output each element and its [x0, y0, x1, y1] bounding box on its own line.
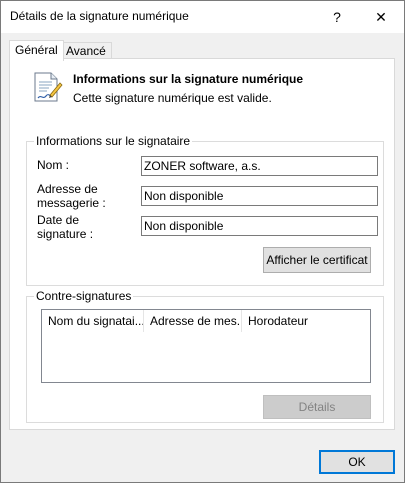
- list-header: Nom du signatai... Adresse de mes... Hor…: [42, 310, 370, 332]
- signer-info-legend: Informations sur le signataire: [34, 134, 193, 148]
- help-icon: ?: [333, 9, 341, 25]
- column-header-timestamp[interactable]: Horodateur: [242, 310, 370, 332]
- date-label-line2: signature :: [37, 227, 94, 241]
- title-bar: Détails de la signature numérique ? ✕: [1, 1, 404, 33]
- dialog-window: Détails de la signature numérique ? ✕ Gé…: [0, 0, 405, 483]
- email-field[interactable]: Non disponible: [141, 186, 378, 206]
- countersignatures-legend: Contre-signatures: [34, 289, 134, 303]
- email-label-line2: messagerie :: [37, 196, 106, 210]
- tab-general[interactable]: Général: [9, 40, 64, 61]
- signer-info-group: Informations sur le signataire Nom : ZON…: [26, 134, 384, 286]
- close-icon: ✕: [375, 8, 387, 25]
- tab-panel-general: Informations sur la signature numérique …: [9, 58, 395, 430]
- signed-document-icon: [33, 71, 63, 103]
- date-field[interactable]: Non disponible: [141, 216, 378, 236]
- signature-status-text: Cette signature numérique est valide.: [73, 91, 272, 105]
- name-label: Nom :: [37, 158, 70, 172]
- window-title: Détails de la signature numérique: [10, 9, 189, 23]
- email-label-line1: Adresse de: [37, 182, 98, 196]
- column-header-email[interactable]: Adresse de mes...: [144, 310, 242, 332]
- details-button[interactable]: Détails: [263, 395, 371, 419]
- ok-button[interactable]: OK: [319, 450, 395, 474]
- view-certificate-button[interactable]: Afficher le certificat: [263, 247, 371, 273]
- countersignatures-group: Contre-signatures Nom du signatai... Adr…: [26, 289, 384, 423]
- date-label-line1: Date de: [37, 213, 80, 227]
- name-field[interactable]: ZONER software, a.s.: [141, 156, 378, 176]
- tab-strip: Général Avancé: [1, 33, 404, 61]
- help-button[interactable]: ?: [314, 1, 360, 33]
- countersignatures-list[interactable]: Nom du signatai... Adresse de mes... Hor…: [41, 309, 371, 383]
- signature-info-title: Informations sur la signature numérique: [73, 72, 304, 86]
- close-button[interactable]: ✕: [358, 1, 404, 33]
- column-header-signer-name[interactable]: Nom du signatai...: [42, 310, 144, 332]
